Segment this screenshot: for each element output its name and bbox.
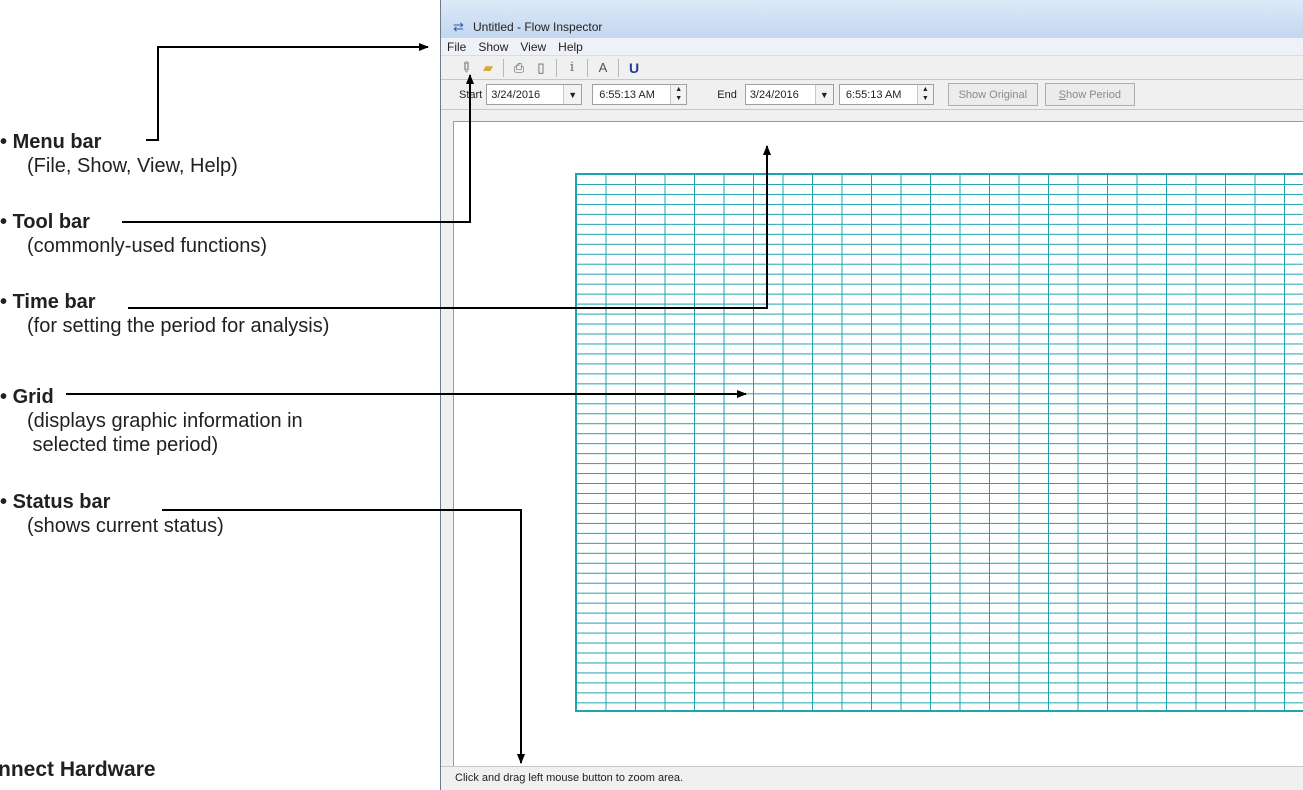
toolbar-separator	[503, 58, 504, 77]
annotation-status-bar-desc: (shows current status)	[27, 515, 224, 537]
window-title: Untitled - Flow Inspector	[473, 20, 603, 34]
u-icon[interactable]: U	[623, 58, 645, 78]
menu-bar-arrow	[146, 43, 429, 141]
end-time-spinner[interactable]: ▲ ▼	[916, 85, 933, 104]
chevron-down-icon[interactable]: ▼	[814, 85, 833, 104]
end-time-value: 6:55:13 AM	[845, 88, 902, 101]
annotation-grid: • Grid (displays graphic information in …	[0, 385, 303, 457]
start-date-picker[interactable]: 3/24/2016 ▼	[486, 84, 583, 105]
time-bar: Start 3/24/2016 ▼ 6:55:13 AM ▲ ▼ End 3/24…	[441, 80, 1303, 110]
section-heading: Connect Hardware	[0, 758, 156, 781]
tool-bar: ✎ ▰ ⎙ ▯ i A U	[441, 56, 1303, 80]
app-icon: ⇄	[453, 19, 464, 34]
annotation-status-bar-title: • Status bar	[0, 491, 111, 513]
annotation-menu-bar-desc: (File, Show, View, Help)	[27, 155, 238, 177]
annotation-menu-bar-title: • Menu bar	[0, 131, 102, 153]
start-time-field[interactable]: 6:55:13 AM ▲ ▼	[592, 84, 688, 105]
menu-view[interactable]: View	[520, 40, 546, 54]
menu-bar: File Show View Help	[441, 38, 1303, 56]
a-icon[interactable]: A	[592, 58, 614, 78]
start-time-value: 6:55:13 AM	[599, 88, 655, 101]
show-period-label: how Period	[1065, 88, 1121, 101]
print-icon[interactable]: ⎙	[508, 58, 530, 78]
annotation-time-bar: • Time bar (for setting the period for a…	[0, 290, 329, 338]
annotation-status-bar: • Status bar (shows current status)	[0, 490, 224, 538]
toolbar-separator	[618, 58, 619, 77]
title-bar: ⇄ Untitled - Flow Inspector	[441, 0, 1303, 38]
status-bar: Click and drag left mouse button to zoom…	[441, 766, 1303, 790]
annotation-menu-bar: • Menu bar (File, Show, View, Help)	[0, 130, 238, 178]
start-date-value: 3/24/2016	[491, 88, 541, 101]
end-date-picker[interactable]: 3/24/2016 ▼	[744, 84, 834, 105]
end-date-value: 3/24/2016	[749, 88, 799, 101]
annotation-time-bar-desc: (for setting the period for analysis)	[27, 315, 330, 337]
annotation-grid-title: • Grid	[0, 386, 54, 408]
start-label: Start	[459, 88, 483, 101]
toolbar-separator	[556, 58, 557, 77]
show-period-button[interactable]: Show Period	[1044, 83, 1135, 106]
end-label: End	[717, 88, 737, 101]
start-time-spinner[interactable]: ▲ ▼	[670, 85, 687, 104]
menu-help[interactable]: Help	[558, 40, 583, 54]
annotation-grid-desc-2: selected time period)	[27, 434, 219, 456]
open-folder-icon[interactable]: ▰	[477, 58, 499, 78]
plot-area[interactable]	[453, 121, 1303, 766]
end-time-field[interactable]: 6:55:13 AM ▲ ▼	[838, 84, 934, 105]
app-window: ⇄ Untitled - Flow Inspector File Show Vi…	[440, 0, 1303, 790]
annotation-time-bar-title: • Time bar	[0, 291, 96, 313]
grid[interactable]	[575, 173, 1303, 712]
menu-file[interactable]: File	[447, 40, 466, 54]
menu-show[interactable]: Show	[478, 40, 508, 54]
chevron-down-icon[interactable]: ▼	[563, 85, 582, 104]
info-icon[interactable]: i	[561, 58, 583, 78]
annotation-tool-bar-desc: (commonly-used functions)	[27, 235, 268, 257]
annotation-tool-bar: • Tool bar (commonly-used functions)	[0, 210, 267, 258]
pen-icon[interactable]: ✎	[455, 57, 477, 78]
show-original-button[interactable]: Show Original	[947, 83, 1038, 106]
show-period-mnemonic: S	[1058, 88, 1066, 101]
print-preview-icon[interactable]: ▯	[530, 58, 552, 78]
annotation-grid-desc-1: (displays graphic information in	[27, 410, 303, 432]
annotation-tool-bar-title: • Tool bar	[0, 211, 90, 233]
toolbar-separator	[587, 58, 588, 77]
